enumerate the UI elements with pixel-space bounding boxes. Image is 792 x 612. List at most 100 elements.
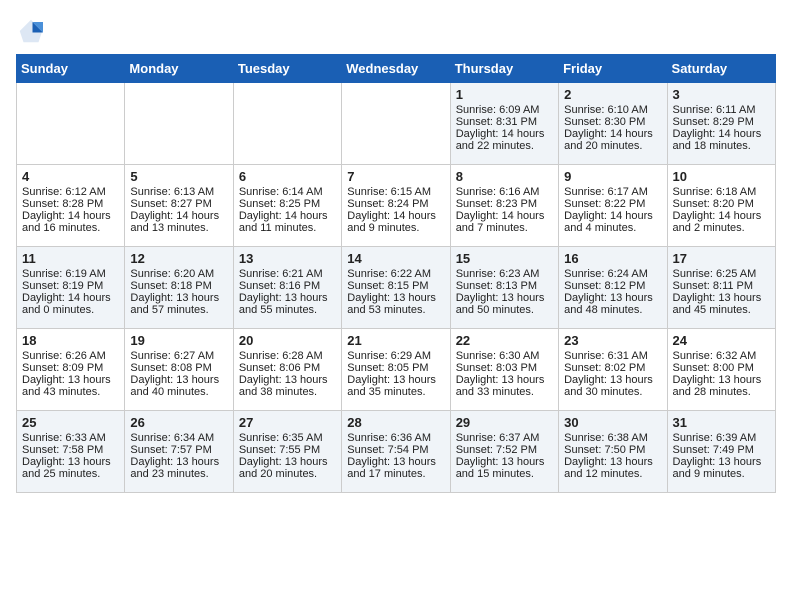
day-number: 10 <box>673 169 770 184</box>
week-row-3: 11Sunrise: 6:19 AMSunset: 8:19 PMDayligh… <box>17 247 776 329</box>
cell-info: Daylight: 13 hours and 23 minutes. <box>130 456 227 480</box>
calendar-cell: 20Sunrise: 6:28 AMSunset: 8:06 PMDayligh… <box>233 329 341 411</box>
cell-info: Daylight: 13 hours and 20 minutes. <box>239 456 336 480</box>
cell-info: Sunrise: 6:09 AM <box>456 104 553 116</box>
cell-info: Sunset: 8:24 PM <box>347 198 444 210</box>
cell-info: Sunrise: 6:38 AM <box>564 432 661 444</box>
cell-info: Daylight: 13 hours and 43 minutes. <box>22 374 119 398</box>
cell-info: Sunset: 8:15 PM <box>347 280 444 292</box>
cell-info: Sunrise: 6:35 AM <box>239 432 336 444</box>
day-number: 19 <box>130 333 227 348</box>
calendar-cell: 30Sunrise: 6:38 AMSunset: 7:50 PMDayligh… <box>559 411 667 493</box>
cell-info: Sunrise: 6:32 AM <box>673 350 770 362</box>
week-row-4: 18Sunrise: 6:26 AMSunset: 8:09 PMDayligh… <box>17 329 776 411</box>
calendar-cell: 16Sunrise: 6:24 AMSunset: 8:12 PMDayligh… <box>559 247 667 329</box>
day-header-saturday: Saturday <box>667 55 775 83</box>
calendar-cell: 5Sunrise: 6:13 AMSunset: 8:27 PMDaylight… <box>125 165 233 247</box>
cell-info: Sunset: 7:49 PM <box>673 444 770 456</box>
cell-info: Sunset: 8:23 PM <box>456 198 553 210</box>
cell-info: Sunrise: 6:21 AM <box>239 268 336 280</box>
cell-info: Sunset: 7:55 PM <box>239 444 336 456</box>
cell-info: Daylight: 14 hours and 9 minutes. <box>347 210 444 234</box>
day-number: 6 <box>239 169 336 184</box>
cell-info: Sunrise: 6:23 AM <box>456 268 553 280</box>
cell-info: Daylight: 13 hours and 25 minutes. <box>22 456 119 480</box>
week-row-1: 1Sunrise: 6:09 AMSunset: 8:31 PMDaylight… <box>17 83 776 165</box>
cell-info: Sunset: 8:02 PM <box>564 362 661 374</box>
calendar-cell: 14 Sunrise: 6:22 AMSunset: 8:15 PMDayligh… <box>342 247 450 329</box>
calendar-table: SundayMondayTuesdayWednesdayThursdayFrid… <box>16 54 776 493</box>
cell-info: Sunset: 8:05 PM <box>347 362 444 374</box>
day-number: 8 <box>456 169 553 184</box>
cell-info: Daylight: 13 hours and 35 minutes. <box>347 374 444 398</box>
cell-info: Sunrise: 6:31 AM <box>564 350 661 362</box>
day-number: 26 <box>130 415 227 430</box>
cell-info: Sunrise: 6:22 AM <box>347 268 444 280</box>
calendar-cell: 17Sunrise: 6:25 AMSunset: 8:11 PMDayligh… <box>667 247 775 329</box>
cell-info: Sunrise: 6:20 AM <box>130 268 227 280</box>
cell-info: Daylight: 13 hours and 38 minutes. <box>239 374 336 398</box>
day-number: 30 <box>564 415 661 430</box>
day-number: 1 <box>456 87 553 102</box>
cell-info: Sunrise: 6:14 AM <box>239 186 336 198</box>
cell-info: Sunrise: 6:36 AM <box>347 432 444 444</box>
cell-info: Daylight: 13 hours and 28 minutes. <box>673 374 770 398</box>
day-number: 22 <box>456 333 553 348</box>
cell-info: Sunset: 8:31 PM <box>456 116 553 128</box>
day-number: 7 <box>347 169 444 184</box>
calendar-cell: 22Sunrise: 6:30 AMSunset: 8:03 PMDayligh… <box>450 329 558 411</box>
logo-icon <box>16 16 46 46</box>
day-number: 14 <box>347 251 444 266</box>
cell-info: Daylight: 13 hours and 40 minutes. <box>130 374 227 398</box>
cell-info: Daylight: 13 hours and 55 minutes. <box>239 292 336 316</box>
cell-info: Sunset: 8:00 PM <box>673 362 770 374</box>
cell-info: Sunset: 8:20 PM <box>673 198 770 210</box>
calendar-cell: 6Sunrise: 6:14 AMSunset: 8:25 PMDaylight… <box>233 165 341 247</box>
cell-info: Sunset: 8:08 PM <box>130 362 227 374</box>
calendar-cell: 15Sunrise: 6:23 AMSunset: 8:13 PMDayligh… <box>450 247 558 329</box>
cell-info: Sunrise: 6:16 AM <box>456 186 553 198</box>
cell-info: Sunset: 8:30 PM <box>564 116 661 128</box>
cell-info: Daylight: 13 hours and 53 minutes. <box>347 292 444 316</box>
calendar-cell: 11Sunrise: 6:19 AMSunset: 8:19 PMDayligh… <box>17 247 125 329</box>
cell-info: Daylight: 14 hours and 0 minutes. <box>22 292 119 316</box>
logo <box>16 16 50 46</box>
cell-info: Sunset: 8:13 PM <box>456 280 553 292</box>
cell-info: Sunset: 8:06 PM <box>239 362 336 374</box>
calendar-cell <box>17 83 125 165</box>
cell-info: Sunrise: 6:30 AM <box>456 350 553 362</box>
cell-info: Sunset: 7:50 PM <box>564 444 661 456</box>
calendar-cell: 19Sunrise: 6:27 AMSunset: 8:08 PMDayligh… <box>125 329 233 411</box>
cell-info: Daylight: 14 hours and 22 minutes. <box>456 128 553 152</box>
cell-info: Sunrise: 6:12 AM <box>22 186 119 198</box>
calendar-cell <box>125 83 233 165</box>
day-number: 11 <box>22 251 119 266</box>
cell-info: Sunrise: 6:37 AM <box>456 432 553 444</box>
cell-info: Daylight: 13 hours and 45 minutes. <box>673 292 770 316</box>
cell-info: Sunrise: 6:26 AM <box>22 350 119 362</box>
calendar-cell: 24Sunrise: 6:32 AMSunset: 8:00 PMDayligh… <box>667 329 775 411</box>
cell-info: Sunset: 8:09 PM <box>22 362 119 374</box>
calendar-cell: 4Sunrise: 6:12 AMSunset: 8:28 PMDaylight… <box>17 165 125 247</box>
calendar-cell: 9Sunrise: 6:17 AMSunset: 8:22 PMDaylight… <box>559 165 667 247</box>
day-number: 25 <box>22 415 119 430</box>
calendar-cell: 28Sunrise: 6:36 AMSunset: 7:54 PMDayligh… <box>342 411 450 493</box>
calendar-cell: 21Sunrise: 6:29 AMSunset: 8:05 PMDayligh… <box>342 329 450 411</box>
cell-info: Daylight: 13 hours and 50 minutes. <box>456 292 553 316</box>
week-row-5: 25Sunrise: 6:33 AMSunset: 7:58 PMDayligh… <box>17 411 776 493</box>
cell-info: Daylight: 14 hours and 20 minutes. <box>564 128 661 152</box>
calendar-cell <box>342 83 450 165</box>
day-header-tuesday: Tuesday <box>233 55 341 83</box>
cell-info: Daylight: 14 hours and 18 minutes. <box>673 128 770 152</box>
day-number: 4 <box>22 169 119 184</box>
cell-info: Sunrise: 6:10 AM <box>564 104 661 116</box>
day-number: 18 <box>22 333 119 348</box>
day-number: 12 <box>130 251 227 266</box>
cell-info: Sunset: 8:22 PM <box>564 198 661 210</box>
cell-info: Sunset: 8:19 PM <box>22 280 119 292</box>
cell-info: Sunrise: 6:25 AM <box>673 268 770 280</box>
calendar-cell: 12Sunrise: 6:20 AMSunset: 8:18 PMDayligh… <box>125 247 233 329</box>
cell-info: Sunrise: 6:17 AM <box>564 186 661 198</box>
cell-info: Sunrise: 6:28 AM <box>239 350 336 362</box>
day-number: 16 <box>564 251 661 266</box>
